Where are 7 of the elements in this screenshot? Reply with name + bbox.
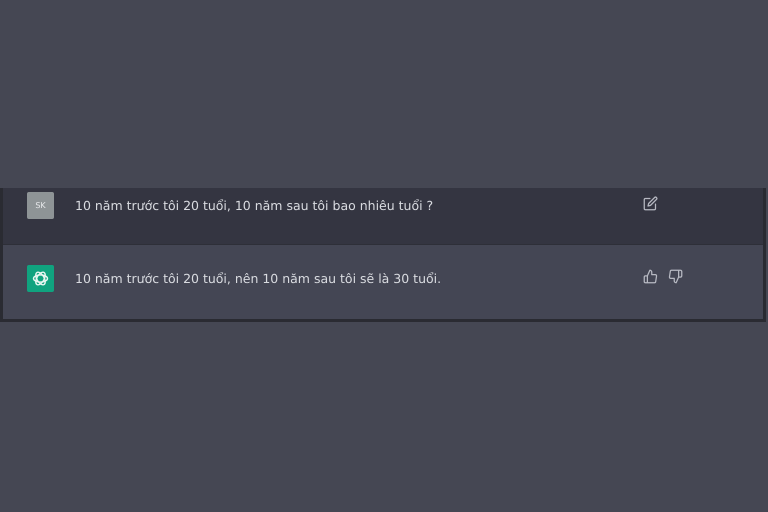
user-avatar: SK xyxy=(27,192,54,219)
message-text: 10 năm trước tôi 20 tuổi, 10 năm sau tôi bao nhiêu tuổi ? xyxy=(75,198,434,214)
edit-icon[interactable] xyxy=(643,196,658,211)
thumbs-up-icon[interactable] xyxy=(643,269,658,284)
message-text: 10 năm trước tôi 20 tuổi, nên 10 năm sau tôi sẽ là 30 tuổi. xyxy=(75,271,442,287)
thumbs-down-icon[interactable] xyxy=(668,269,683,284)
assistant-avatar-icon xyxy=(27,265,54,292)
